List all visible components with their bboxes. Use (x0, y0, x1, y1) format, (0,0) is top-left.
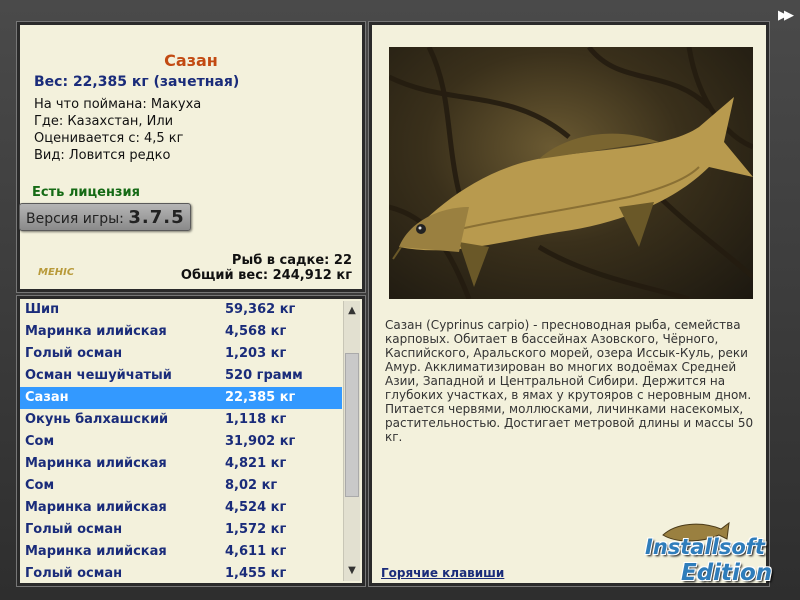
installsoft-watermark: Installsoft Edition (641, 521, 796, 593)
catch-list-row[interactable]: Маринка илийская 4,524 кг (20, 497, 342, 519)
catch-fish-weight: 1,118 кг (225, 412, 287, 427)
catch-fish-name: Маринка илийская (25, 500, 167, 515)
catch-fish-name: Маринка илийская (25, 544, 167, 559)
fish-description: Сазан (Cyprinus carpio) - пресноводная р… (385, 318, 754, 444)
catch-fish-name: Осман чешуйчатый (25, 368, 172, 383)
list-scrollbar[interactable]: ▲ ▼ (343, 301, 360, 581)
scroll-down-icon[interactable]: ▼ (344, 563, 360, 579)
scroll-up-icon[interactable]: ▲ (344, 303, 360, 319)
catch-list-row[interactable]: Голый осман 1,203 кг (20, 343, 342, 365)
catch-list-row[interactable]: Маринка илийская 4,568 кг (20, 321, 342, 343)
catch-list-row[interactable]: Сом 8,02 кг (20, 475, 342, 497)
catch-fish-weight: 1,203 кг (225, 346, 287, 361)
watermark-line1: Installsoft (645, 535, 765, 559)
fish-valued-from: Оценивается с: 4,5 кг (34, 131, 184, 146)
catch-list-row[interactable]: Маринка илийская 4,611 кг (20, 541, 342, 563)
catch-list-row[interactable]: Маринка илийская 4,821 кг (20, 453, 342, 475)
scroll-thumb[interactable] (345, 353, 359, 497)
catch-fish-name: Маринка илийская (25, 324, 167, 339)
catch-fish-weight: 4,524 кг (225, 500, 287, 515)
catch-list-row[interactable]: Шип 59,362 кг (20, 299, 342, 321)
catch-fish-weight: 4,611 кг (225, 544, 287, 559)
fish-rarity: Вид: Ловится редко (34, 148, 171, 163)
fish-weight: Вес: 22,385 кг (зачетная) (34, 74, 240, 90)
catch-fish-weight: 31,902 кг (225, 434, 296, 449)
catch-fish-weight: 59,362 кг (225, 302, 296, 317)
catch-list-row[interactable]: Сазан 22,385 кг (20, 387, 342, 409)
total-weight: Общий вес: 244,912 кг (180, 268, 352, 283)
catch-fish-name: Шип (25, 302, 60, 317)
watermark-line2: Edition (681, 560, 773, 586)
game-logo: MEHIC (38, 267, 75, 278)
catch-list-row[interactable]: Окунь балхашский 1,118 кг (20, 409, 342, 431)
catch-fish-weight: 1,455 кг (225, 566, 287, 581)
version-label: Версия игры: (26, 211, 124, 227)
fish-count: Рыб в садке: 22 (231, 253, 352, 268)
catch-fish-name: Маринка илийская (25, 456, 167, 471)
catch-fish-name: Голый осман (25, 522, 123, 537)
catch-fish-weight: 520 грамм (225, 368, 303, 383)
fish-detail-panel: Сазан (Cyprinus carpio) - пресноводная р… (368, 21, 770, 587)
catch-fish-weight: 1,572 кг (225, 522, 287, 537)
catch-fish-name: Сазан (25, 390, 69, 405)
catch-fish-name: Сом (25, 478, 55, 493)
catch-fish-weight: 4,821 кг (225, 456, 287, 471)
catch-fish-name: Голый осман (25, 346, 123, 361)
version-number: 3.7.5 (128, 207, 185, 228)
fish-location: Где: Казахстан, Или (34, 114, 174, 129)
catch-fish-name: Голый осман (25, 566, 123, 581)
catch-fish-name: Сом (25, 434, 55, 449)
hotkeys-link[interactable]: Горячие клавиши (381, 566, 504, 580)
catch-list-row[interactable]: Голый осман 1,572 кг (20, 519, 342, 541)
catch-list-row[interactable]: Голый осман 1,455 кг (20, 563, 342, 583)
license-status: Есть лицензия (32, 185, 140, 200)
catch-fish-name: Окунь балхашский (25, 412, 169, 427)
fast-forward-icon[interactable]: ▶▶ (778, 8, 794, 23)
catch-fish-weight: 22,385 кг (225, 390, 296, 405)
fish-photo (389, 47, 753, 299)
catch-fish-weight: 4,568 кг (225, 324, 287, 339)
fish-name: Сазан (164, 51, 218, 70)
catch-list: Шип 59,362 кг Маринка илийская 4,568 кг Голы… (20, 299, 342, 583)
catch-fish-weight: 8,02 кг (225, 478, 278, 493)
catch-list-row[interactable]: Осман чешуйчатый 520 грамм (20, 365, 342, 387)
fish-bait: На что поймана: Макуха (34, 97, 202, 112)
carp-illustration (389, 47, 753, 299)
version-badge: Версия игры: 3.7.5 (19, 203, 191, 231)
fish-info-panel: Сазан Вес: 22,385 кг (зачетная) На что п… (16, 21, 366, 293)
catch-list-panel: Шип 59,362 кг Маринка илийская 4,568 кг Голы… (16, 295, 366, 587)
catch-list-row[interactable]: Сом 31,902 кг (20, 431, 342, 453)
